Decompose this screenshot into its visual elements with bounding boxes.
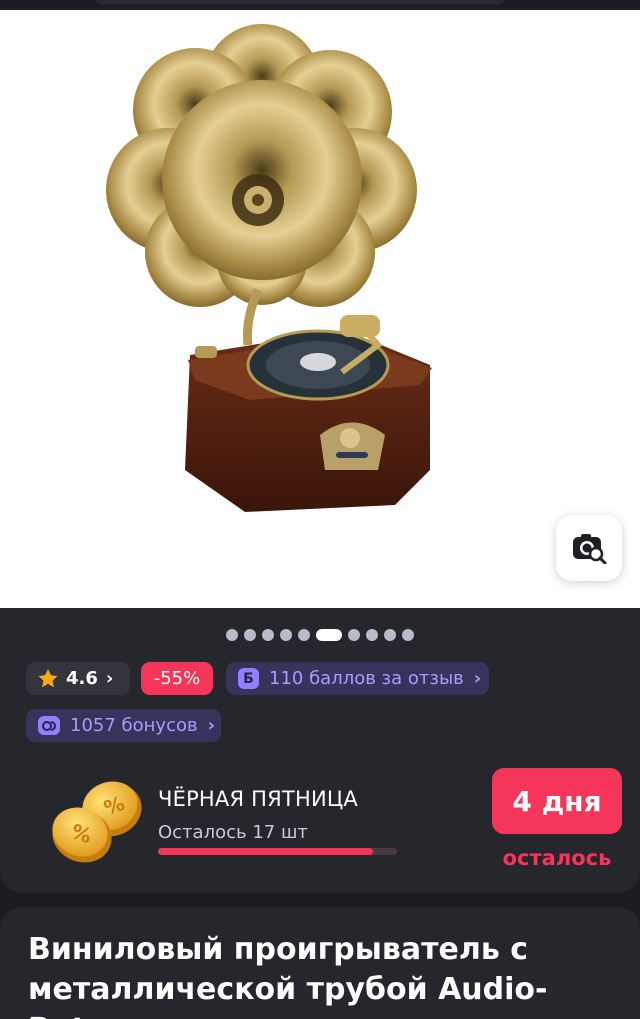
top-strip (0, 0, 640, 10)
gallery-dot[interactable] (244, 629, 256, 641)
visual-search-button[interactable] (556, 515, 622, 581)
chevron-right-icon: › (473, 668, 482, 689)
gallery-dot[interactable] (280, 629, 292, 641)
product-image[interactable] (0, 10, 640, 608)
gallery-dot[interactable] (402, 629, 414, 641)
star-icon (38, 669, 58, 688)
visual-search-icon (573, 534, 607, 564)
review-reward-label: 110 баллов за отзыв (269, 668, 464, 689)
bonus-label: 1057 бонусов (70, 715, 198, 736)
points-icon: Б (238, 668, 259, 689)
search-bar-edge[interactable] (95, 0, 505, 4)
gallery-dot[interactable] (298, 629, 310, 641)
stock-progress-bar (158, 848, 397, 855)
coins-icon: % % (52, 781, 142, 863)
gallery-dot[interactable] (384, 629, 396, 641)
days-left-badge: 4 дня (492, 768, 622, 834)
horn (106, 24, 417, 307)
gallery-dot[interactable] (348, 629, 360, 641)
gallery-dot-active[interactable] (316, 629, 342, 641)
discount-value: -55% (153, 668, 201, 689)
rating-chip[interactable]: 4.6 › (26, 662, 130, 695)
discount-badge: -55% (141, 662, 213, 695)
gallery-dot[interactable] (226, 629, 238, 641)
chevron-right-icon: › (207, 715, 216, 736)
promo-remaining-stock: Осталось 17 шт (158, 822, 308, 843)
bonus-chip[interactable]: 1057 бонусов › (26, 709, 221, 742)
gallery-pagination[interactable] (0, 628, 640, 642)
product-title: Виниловый проигрыватель с металлической … (28, 932, 548, 1019)
promo-title: ЧЁРНАЯ ПЯТНИЦА (158, 787, 358, 811)
bonus-coin-icon (38, 716, 60, 735)
gallery-dot[interactable] (262, 629, 274, 641)
rating-value: 4.6 (66, 668, 98, 689)
review-reward-chip[interactable]: Б 110 баллов за отзыв › (226, 662, 489, 695)
gramophone-illustration (106, 24, 432, 512)
days-left-caption: осталось (502, 846, 612, 870)
gallery-dot[interactable] (366, 629, 378, 641)
chevron-right-icon: › (105, 668, 114, 689)
stock-progress-fill (158, 848, 374, 855)
